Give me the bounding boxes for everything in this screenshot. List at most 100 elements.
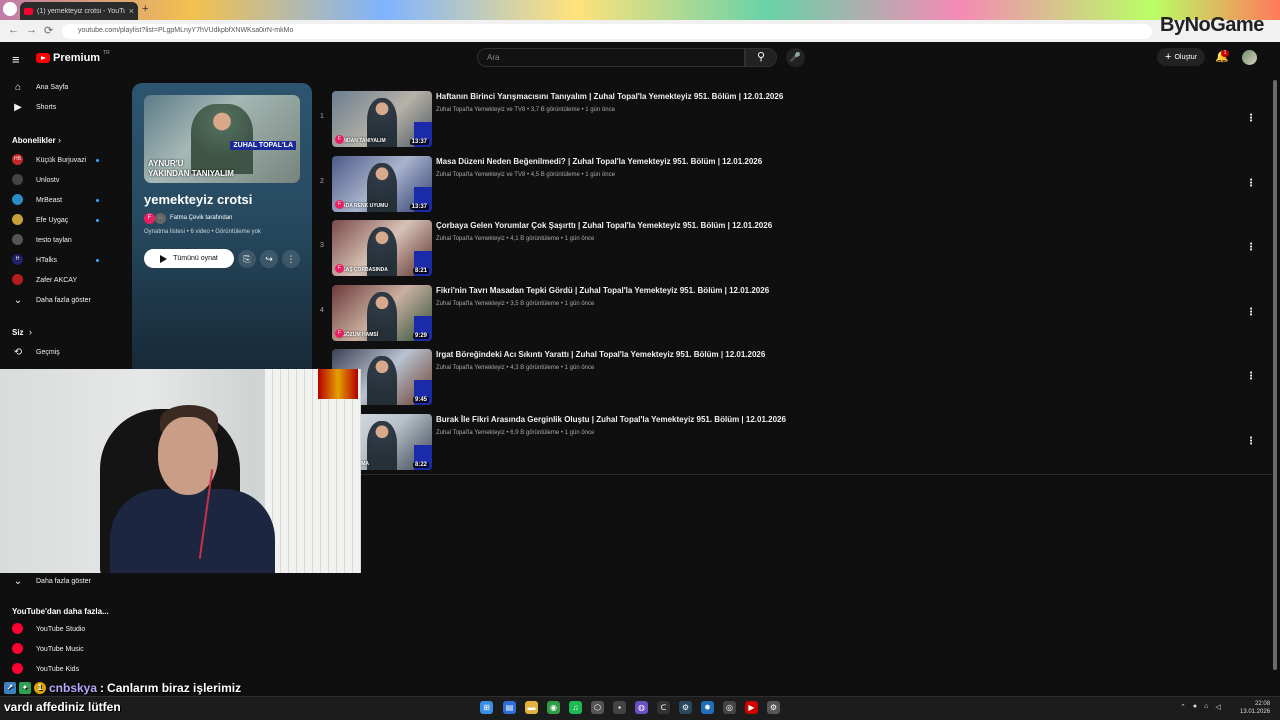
sidebar-item-label: HTalks bbox=[36, 256, 58, 264]
sidebar-item-youtube-studio[interactable]: YouTube Studio bbox=[0, 620, 130, 638]
playlist-video-row[interactable]: 4 GÖZÜM HAMSİ F 9:29 Fikri'nin Tavrı Mas… bbox=[316, 285, 1266, 343]
video-channel[interactable]: Zuhal Topal'la Yemekteyiz bbox=[436, 301, 505, 307]
video-duration: 13:37 bbox=[409, 139, 429, 145]
sidebar-item-history[interactable]: ⟲ Geçmiş bbox=[0, 343, 130, 361]
show-brand-label: ZUHAL TOPAL'LA bbox=[230, 140, 296, 150]
video-more-options-icon[interactable]: ⋮ bbox=[1246, 436, 1256, 447]
playlist-video-row[interactable]: 5 ACISI F 9:45 Irgat Böreğindeki Acı Sık… bbox=[316, 349, 1266, 407]
reload-button[interactable]: ⟳ bbox=[44, 24, 53, 37]
video-age: 1 gün önce bbox=[564, 236, 595, 242]
video-more-options-icon[interactable]: ⋮ bbox=[1246, 307, 1256, 318]
video-title[interactable]: Çorbaya Gelen Yorumlar Çok Şaşırttı | Zu… bbox=[436, 221, 772, 230]
share-icon[interactable]: ↪ bbox=[260, 250, 278, 268]
video-title[interactable]: Burak İle Fikri Arasında Gerginlik Oluşt… bbox=[436, 415, 786, 424]
menu-icon[interactable]: ≡ bbox=[12, 52, 20, 67]
sidebar-subscriptions-heading[interactable]: Abonelikler › bbox=[0, 131, 130, 149]
video-channel[interactable]: Zuhal Topal'la Yemekteyiz bbox=[436, 236, 505, 242]
video-channel[interactable]: Zuhal Topal'la Yemekteyiz bbox=[436, 430, 505, 436]
volume-icon[interactable]: ◁ bbox=[1215, 703, 1220, 711]
video-thumbnail[interactable]: GÖZÜM HAMSİ F 9:29 bbox=[332, 285, 432, 341]
microphone-tray-icon[interactable]: ● bbox=[1193, 703, 1197, 711]
account-avatar[interactable] bbox=[1242, 50, 1257, 65]
playlist-video-row[interactable]: 6 NA SOKMA F 8:22 Burak İle Fikri Arasın… bbox=[316, 414, 1266, 472]
video-title[interactable]: Irgat Böreğindeki Acı Sıkıntı Yarattı | … bbox=[436, 350, 765, 359]
video-title[interactable]: Haftanın Birinci Yarışmacısını Tanıyalım… bbox=[436, 92, 783, 101]
sidebar-show-more-button[interactable]: ⌄ Daha fazla göster bbox=[0, 291, 130, 309]
system-clock[interactable]: 22:08 13.01.2026 bbox=[1240, 700, 1270, 716]
page-scroll-thumb[interactable] bbox=[1273, 80, 1277, 670]
sidebar-subscription-item[interactable]: Unlostv bbox=[0, 171, 130, 189]
video-duration: 9:45 bbox=[412, 397, 429, 403]
taskbar-app-icon[interactable]: ✹ bbox=[701, 701, 714, 714]
save-playlist-icon[interactable]: ⎘ bbox=[238, 250, 256, 268]
youtube-premium-logo[interactable]: Premium TR bbox=[36, 50, 110, 64]
browser-tab[interactable]: (1) yemekteyiz crotsi - YouTube × bbox=[20, 2, 138, 20]
video-more-options-icon[interactable]: ⋮ bbox=[1246, 113, 1256, 124]
taskbar-app-icon[interactable]: ◎ bbox=[723, 701, 736, 714]
video-channel[interactable]: Zuhal Topal'la Yemekteyiz ve TV8 bbox=[436, 172, 525, 178]
voice-search-button[interactable]: 🎤 bbox=[786, 48, 805, 67]
close-tab-icon[interactable]: × bbox=[129, 6, 134, 16]
play-all-button[interactable]: Tümünü oynat bbox=[144, 249, 234, 268]
video-index: 1 bbox=[320, 113, 324, 120]
chevron-down-icon: ⌄ bbox=[13, 294, 23, 306]
playlist-video-row[interactable]: 1 INDAN TANIYALIM F 13:37 Haftanın Birin… bbox=[316, 91, 1266, 149]
tray-chevron-icon[interactable]: ⌃ bbox=[1180, 703, 1186, 711]
search-input[interactable]: Ara bbox=[477, 48, 745, 67]
taskbar-app-icon[interactable]: ⬡ bbox=[591, 701, 604, 714]
sidebar-subscription-item[interactable]: MrBeast bbox=[0, 191, 130, 209]
sidebar-subscription-item[interactable]: H HTalks bbox=[0, 251, 130, 269]
video-channel[interactable]: Zuhal Topal'la Yemekteyiz bbox=[436, 365, 505, 371]
playlist-video-row[interactable]: 3 KAŞ ÇORBASINDA F 8:21 Çorbaya Gelen Yo… bbox=[316, 220, 1266, 278]
taskbar-chrome-icon[interactable]: ◉ bbox=[547, 701, 560, 714]
video-more-options-icon[interactable]: ⋮ bbox=[1246, 178, 1256, 189]
webcam-streamer-body bbox=[110, 489, 275, 573]
search-button[interactable]: ⚲ bbox=[745, 48, 777, 67]
sidebar-show-more-button-2[interactable]: ⌄ Daha fazla göster bbox=[0, 572, 130, 590]
new-tab-button[interactable]: + bbox=[142, 3, 148, 15]
video-index: 2 bbox=[320, 178, 324, 185]
address-url[interactable]: youtube.com/playlist?list=PLgpMLnyY7hVUd… bbox=[78, 27, 293, 34]
playlist-owner[interactable]: Fatma Çevik tarafından bbox=[170, 215, 232, 221]
taskbar-spotify-icon[interactable]: ♫ bbox=[569, 701, 582, 714]
playlist-video-row[interactable]: 2 ADA RENK UYUMU F 13:37 Masa Düzeni Ned… bbox=[316, 156, 1266, 214]
owner-avatar[interactable]: F bbox=[144, 213, 155, 224]
sidebar-item-label: YouTube Studio bbox=[36, 625, 86, 633]
more-options-icon[interactable]: ⋮ bbox=[282, 250, 300, 268]
sidebar-item-youtube-music[interactable]: YouTube Music bbox=[0, 640, 130, 658]
taskbar-steam-icon[interactable]: ⚙ bbox=[679, 701, 692, 714]
taskbar-app-icon[interactable]: ᑕ bbox=[657, 701, 670, 714]
video-thumbnail[interactable]: INDAN TANIYALIM F 13:37 bbox=[332, 91, 432, 147]
sidebar-item-youtube-kids[interactable]: YouTube Kids bbox=[0, 660, 130, 678]
create-button[interactable]: + Oluştur bbox=[1157, 48, 1205, 66]
video-thumbnail[interactable]: ADA RENK UYUMU F 13:37 bbox=[332, 156, 432, 212]
browser-menu-button[interactable] bbox=[3, 2, 17, 16]
sidebar-item-home[interactable]: ⌂ Ana Sayfa bbox=[0, 78, 130, 96]
back-button[interactable]: ← bbox=[8, 24, 19, 36]
network-icon[interactable]: ⌂ bbox=[1204, 703, 1208, 711]
system-tray[interactable]: ⌃ ● ⌂ ◁ bbox=[1180, 703, 1221, 711]
video-more-options-icon[interactable]: ⋮ bbox=[1246, 242, 1256, 253]
sidebar-subscription-item[interactable]: Efe Uygaç bbox=[0, 211, 130, 229]
taskbar-clipboard-icon[interactable]: ▪ bbox=[613, 701, 626, 714]
sidebar-subscription-item[interactable]: Zafer AKCAY bbox=[0, 271, 130, 289]
taskbar-settings-icon[interactable]: ⚙ bbox=[767, 701, 780, 714]
video-age: 1 gün önce bbox=[564, 430, 595, 436]
playlist-thumbnail[interactable]: AYNUR'U YAKINDAN TANIYALIM ZUHAL TOPAL'L… bbox=[144, 95, 300, 183]
taskbar-obs-icon[interactable]: ◍ bbox=[635, 701, 648, 714]
sidebar-you-heading[interactable]: Siz › bbox=[0, 323, 130, 341]
sidebar-subscription-item[interactable]: testo taylan bbox=[0, 231, 130, 249]
video-title[interactable]: Fikri'nin Tavrı Masadan Tepki Gördü | Zu… bbox=[436, 286, 769, 295]
video-thumbnail[interactable]: KAŞ ÇORBASINDA F 8:21 bbox=[332, 220, 432, 276]
taskbar-start-icon[interactable]: ⊞ bbox=[480, 701, 493, 714]
taskbar-explorer-icon[interactable]: ▤ bbox=[503, 701, 516, 714]
video-title[interactable]: Masa Düzeni Neden Beğenilmedi? | Zuhal T… bbox=[436, 157, 762, 166]
video-views: 3,5 B görüntüleme bbox=[510, 301, 560, 307]
taskbar-folder-icon[interactable]: ▬ bbox=[525, 701, 538, 714]
taskbar-youtube-icon[interactable]: ▶ bbox=[745, 701, 758, 714]
sidebar-item-shorts[interactable]: ▶ Shorts bbox=[0, 98, 130, 116]
video-more-options-icon[interactable]: ⋮ bbox=[1246, 371, 1256, 382]
forward-button[interactable]: → bbox=[26, 24, 37, 36]
video-channel[interactable]: Zuhal Topal'la Yemekteyiz ve TV8 bbox=[436, 107, 525, 113]
sidebar-subscription-item[interactable]: HB Küçük Burjuvazi bbox=[0, 151, 130, 169]
